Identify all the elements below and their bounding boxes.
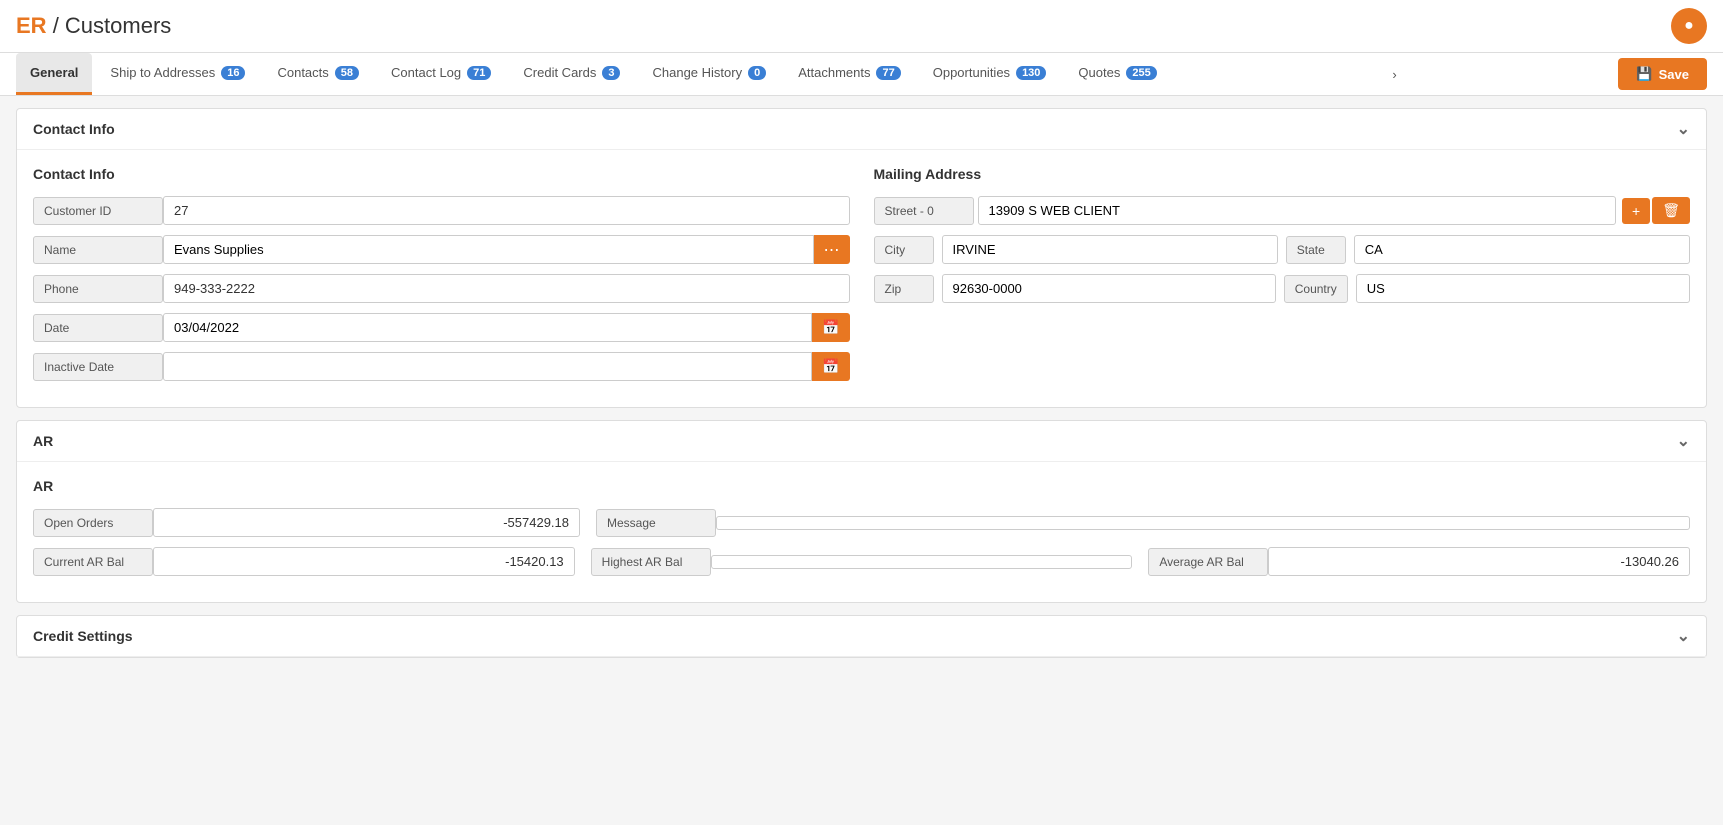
highest-ar-bal-label: Highest AR Bal xyxy=(591,548,711,576)
message-field: Message xyxy=(596,508,1690,537)
tab-badge-change-history: 0 xyxy=(748,66,766,80)
street-delete-button[interactable]: 🗑 xyxy=(1652,197,1690,224)
highest-ar-bal-field: Highest AR Bal xyxy=(591,547,1133,576)
contact-info-section-body: Contact Info Customer ID 27 Name ⋯ xyxy=(17,150,1706,407)
header-bar: ER / Customers ● xyxy=(0,0,1723,53)
inactive-date-field-with-btn: 📅 xyxy=(163,352,850,381)
contact-info-chevron-icon: ⌄ xyxy=(1677,119,1690,139)
ar-section: AR ⌄ AR Open Orders -557429.18 Message C… xyxy=(16,420,1707,603)
message-value[interactable] xyxy=(716,516,1690,530)
date-row: Date 📅 xyxy=(33,313,850,342)
city-label: City xyxy=(874,236,934,264)
current-ar-bal-value[interactable]: -15420.13 xyxy=(153,547,575,576)
mailing-address-subtitle: Mailing Address xyxy=(874,166,1691,182)
ar-section-body: AR Open Orders -557429.18 Message Curren… xyxy=(17,462,1706,602)
tabs-more-chevron[interactable]: › xyxy=(1384,55,1404,94)
tab-badge-ship-to-addresses: 16 xyxy=(221,66,245,80)
credit-settings-chevron-icon: ⌄ xyxy=(1677,626,1690,646)
open-orders-label: Open Orders xyxy=(33,509,153,537)
save-disk-icon: 💾 xyxy=(1636,66,1652,82)
zip-country-row: Zip Country xyxy=(874,274,1691,303)
tab-opportunities[interactable]: Opportunities 130 xyxy=(919,53,1061,95)
city-state-row: City State xyxy=(874,235,1691,264)
zip-input[interactable] xyxy=(942,274,1276,303)
country-input[interactable] xyxy=(1356,274,1690,303)
zip-label: Zip xyxy=(874,275,934,303)
contact-info-two-col: Contact Info Customer ID 27 Name ⋯ xyxy=(33,166,1690,391)
average-ar-bal-value[interactable]: -13040.26 xyxy=(1268,547,1690,576)
tab-badge-contact-log: 71 xyxy=(467,66,491,80)
country-label: Country xyxy=(1284,275,1348,303)
customer-id-row: Customer ID 27 xyxy=(33,196,850,225)
average-ar-bal-field: Average AR Bal -13040.26 xyxy=(1148,547,1690,576)
date-calendar-button[interactable]: 📅 xyxy=(812,313,849,342)
customer-id-label: Customer ID xyxy=(33,197,163,225)
date-field-with-btn: 📅 xyxy=(163,313,850,342)
ar-subtitle: AR xyxy=(33,478,1690,494)
contact-info-left-col: Contact Info Customer ID 27 Name ⋯ xyxy=(33,166,850,391)
average-ar-bal-label: Average AR Bal xyxy=(1148,548,1268,576)
tab-ship-to-addresses[interactable]: Ship to Addresses 16 xyxy=(96,53,259,95)
name-input[interactable] xyxy=(163,235,814,264)
tab-badge-credit-cards: 3 xyxy=(602,66,620,80)
name-label: Name xyxy=(33,236,163,264)
mailing-address-right-col: Mailing Address Street - 0 + 🗑 City Stat… xyxy=(874,166,1691,391)
tab-attachments[interactable]: Attachments 77 xyxy=(784,53,915,95)
date-input[interactable] xyxy=(163,313,812,342)
inactive-date-calendar-button[interactable]: 📅 xyxy=(812,352,849,381)
tabs-bar: General Ship to Addresses 16 Contacts 58… xyxy=(0,53,1723,96)
inactive-date-row: Inactive Date 📅 xyxy=(33,352,850,381)
ar-section-chevron-icon: ⌄ xyxy=(1677,431,1690,451)
tab-contacts[interactable]: Contacts 58 xyxy=(263,53,373,95)
ar-section-header[interactable]: AR ⌄ xyxy=(17,421,1706,462)
customer-id-value[interactable]: 27 xyxy=(163,196,850,225)
tab-general[interactable]: General xyxy=(16,53,92,95)
city-input[interactable] xyxy=(942,235,1278,264)
phone-label: Phone xyxy=(33,275,163,303)
inactive-date-input[interactable] xyxy=(163,352,812,381)
open-orders-field: Open Orders -557429.18 xyxy=(33,508,580,537)
tab-change-history[interactable]: Change History 0 xyxy=(638,53,780,95)
contact-info-section-header[interactable]: Contact Info ⌄ xyxy=(17,109,1706,150)
contact-info-subtitle: Contact Info xyxy=(33,166,850,182)
street-input[interactable] xyxy=(978,196,1617,225)
phone-value[interactable]: 949-333-2222 xyxy=(163,274,850,303)
street-label: Street - 0 xyxy=(874,197,974,225)
ar-row-1: Open Orders -557429.18 Message xyxy=(33,508,1690,537)
user-avatar[interactable]: ● xyxy=(1671,8,1707,44)
tab-badge-attachments: 77 xyxy=(876,66,900,80)
current-ar-bal-label: Current AR Bal xyxy=(33,548,153,576)
inactive-date-label: Inactive Date xyxy=(33,353,163,381)
contact-info-section: Contact Info ⌄ Contact Info Customer ID … xyxy=(16,108,1707,408)
tab-quotes[interactable]: Quotes 255 xyxy=(1064,53,1170,95)
highest-ar-bal-value[interactable] xyxy=(711,555,1133,569)
credit-settings-section: Credit Settings ⌄ xyxy=(16,615,1707,658)
message-label: Message xyxy=(596,509,716,537)
tab-badge-opportunities: 130 xyxy=(1016,66,1046,80)
save-button[interactable]: 💾 Save xyxy=(1618,58,1707,90)
tab-contact-log[interactable]: Contact Log 71 xyxy=(377,53,505,95)
phone-row: Phone 949-333-2222 xyxy=(33,274,850,303)
name-dots-button[interactable]: ⋯ xyxy=(814,235,850,264)
name-row: Name ⋯ xyxy=(33,235,850,264)
date-label: Date xyxy=(33,314,163,342)
tab-badge-quotes: 255 xyxy=(1126,66,1156,80)
name-field-with-btn: ⋯ xyxy=(163,235,850,264)
ar-row-2: Current AR Bal -15420.13 Highest AR Bal … xyxy=(33,547,1690,576)
main-content: Contact Info ⌄ Contact Info Customer ID … xyxy=(0,108,1723,658)
street-add-button[interactable]: + xyxy=(1622,198,1650,224)
open-orders-value[interactable]: -557429.18 xyxy=(153,508,580,537)
tab-credit-cards[interactable]: Credit Cards 3 xyxy=(509,53,634,95)
state-input[interactable] xyxy=(1354,235,1690,264)
page-title: ER / Customers xyxy=(16,13,171,39)
street-row: Street - 0 + 🗑 xyxy=(874,196,1691,225)
state-label: State xyxy=(1286,236,1346,264)
credit-settings-section-header[interactable]: Credit Settings ⌄ xyxy=(17,616,1706,657)
current-ar-bal-field: Current AR Bal -15420.13 xyxy=(33,547,575,576)
tab-badge-contacts: 58 xyxy=(335,66,359,80)
